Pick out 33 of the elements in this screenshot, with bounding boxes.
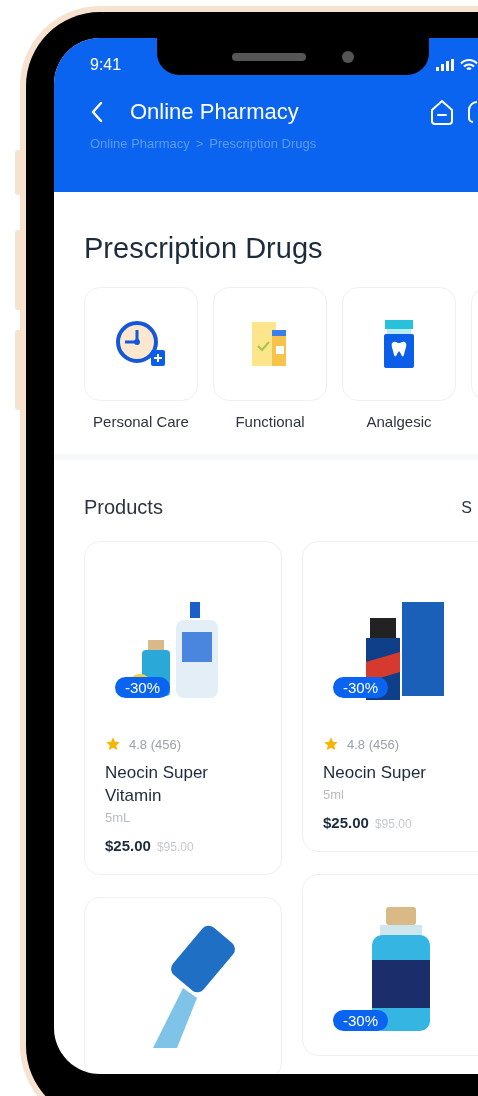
product-size: 5mL: [105, 809, 132, 825]
rating-text: 4.8 (456): [129, 736, 182, 752]
star-icon: [105, 736, 121, 752]
product-card[interactable]: -30%: [302, 873, 478, 1056]
discount-badge: -30%: [333, 1009, 389, 1031]
product-card[interactable]: -30% 4.8 (456) Neocin Super Vitamin 5mL $25.00 $95.00: [84, 541, 282, 875]
product-price: $25.00: [105, 836, 151, 854]
section-title: Prescription Drugs: [84, 232, 324, 265]
star-icon: [323, 736, 339, 752]
back-icon[interactable]: [90, 101, 104, 123]
category-label: Functional: [235, 413, 305, 430]
category-card[interactable]: [84, 287, 198, 401]
product-price: $25.00: [323, 813, 369, 831]
category-label: Analgesic: [366, 413, 432, 430]
old-price: $95.00: [156, 839, 194, 854]
category-card[interactable]: [342, 287, 456, 401]
section-title: Products: [84, 496, 163, 519]
discount-badge: -30%: [115, 677, 171, 698]
product-size: 5ml: [323, 786, 345, 802]
product-name: Neocin Super Vitamin: [105, 762, 209, 807]
home-icon[interactable]: [428, 98, 456, 126]
product-name: Neocin Super: [323, 762, 427, 784]
old-price: $95.00: [374, 816, 412, 831]
category-label: Personal Care: [93, 413, 189, 430]
discount-badge: -30%: [333, 677, 389, 698]
rating-text: 4.8 (456): [347, 736, 400, 752]
status-time: 9:41: [90, 56, 122, 74]
breadcrumb-item: >: [195, 136, 204, 151]
wifi-icon: [460, 58, 478, 72]
see-all-link[interactable]: S: [461, 498, 472, 517]
product-card[interactable]: -30% 4.8 (456) Neocin Super 5ml $25.00 $95.00: [302, 541, 478, 852]
signal-icon: [436, 59, 456, 71]
page-title: Online Pharmacy: [130, 99, 299, 125]
